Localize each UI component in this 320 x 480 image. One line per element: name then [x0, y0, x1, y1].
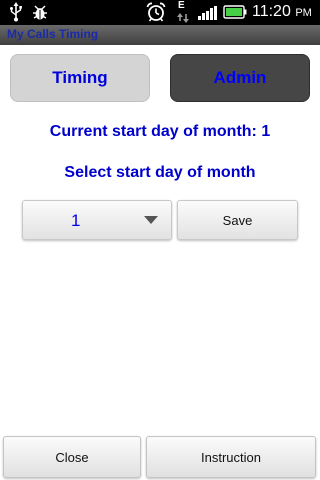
time-value: 11:20: [252, 3, 291, 20]
admin-button[interactable]: Admin: [170, 54, 310, 102]
start-day-spinner[interactable]: 1: [22, 200, 172, 240]
signal-bars-icon: [198, 6, 217, 20]
bug-icon: [33, 5, 47, 20]
time-ampm: PM: [295, 7, 312, 19]
usb-icon: [10, 2, 22, 22]
app-title: My Calls Timing: [7, 27, 99, 41]
instruction-button[interactable]: Instruction: [146, 436, 316, 478]
current-start-day-text: Current start day of month: 1: [49, 123, 271, 140]
data-arrows-icon: [177, 13, 189, 23]
close-button[interactable]: Close: [3, 436, 141, 478]
timing-button[interactable]: Timing: [10, 54, 150, 102]
dropdown-arrow-icon: [144, 216, 158, 224]
status-bar: E 11:20 PM: [0, 0, 320, 25]
status-time: 11:20 PM: [252, 3, 312, 21]
save-button[interactable]: Save: [177, 200, 298, 240]
alarm-clock-icon: [146, 2, 166, 22]
spinner-selected-value: 1: [71, 211, 81, 230]
battery-icon: [223, 5, 247, 19]
select-start-day-label: Select start day of month: [64, 164, 256, 181]
app-title-bar: My Calls Timing: [0, 25, 320, 45]
